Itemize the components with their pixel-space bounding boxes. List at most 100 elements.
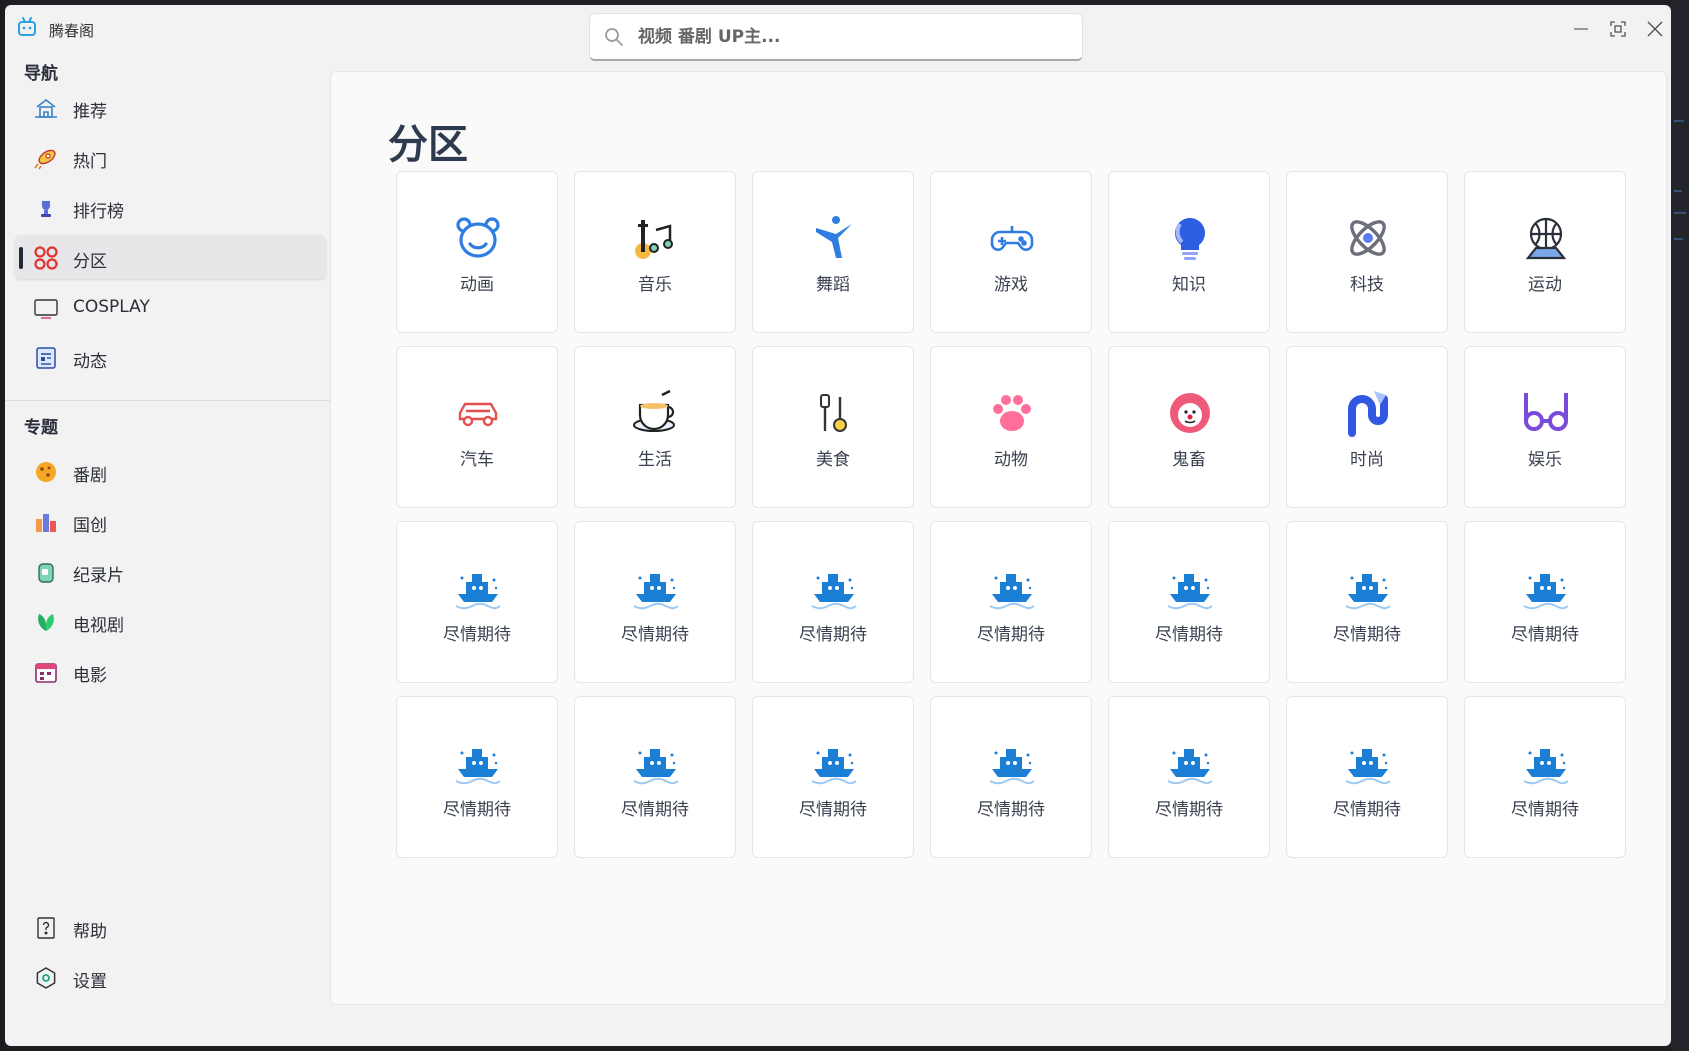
category-card[interactable]: 尽情期待 <box>1286 521 1448 683</box>
category-card[interactable]: 生活 <box>574 346 736 508</box>
ship-icon <box>810 739 858 787</box>
category-card[interactable]: 尽情期待 <box>930 521 1092 683</box>
sidebar-item-help[interactable]: 帮助 <box>15 905 326 949</box>
category-label: 动物 <box>994 450 1028 470</box>
category-card[interactable]: 尽情期待 <box>752 696 914 858</box>
coffee-icon <box>632 389 680 437</box>
app-logo-icon <box>18 17 36 36</box>
category-card[interactable]: 鬼畜 <box>1108 346 1270 508</box>
category-card[interactable]: 尽情期待 <box>1108 521 1270 683</box>
category-label: 时尚 <box>1350 450 1384 470</box>
sidebar-item-label: 纪录片 <box>73 566 124 586</box>
gamepad-icon <box>988 214 1036 262</box>
category-card[interactable]: 科技 <box>1286 171 1448 333</box>
ship-icon <box>1522 739 1570 787</box>
search-box[interactable] <box>589 13 1083 61</box>
jar-icon <box>38 563 54 583</box>
category-card[interactable]: 娱乐 <box>1464 346 1626 508</box>
sidebar-item-label: 帮助 <box>73 922 107 942</box>
sidebar-item-settings[interactable]: 设置 <box>15 955 326 999</box>
sidebar-divider <box>5 400 330 401</box>
ship-icon <box>810 564 858 612</box>
category-label: 知识 <box>1172 275 1206 295</box>
music-icon <box>632 214 680 262</box>
category-card[interactable]: 动物 <box>930 346 1092 508</box>
car-icon <box>454 389 502 437</box>
category-card[interactable]: 舞蹈 <box>752 171 914 333</box>
search-input[interactable] <box>638 26 1058 47</box>
category-card[interactable]: 尽情期待 <box>574 696 736 858</box>
category-card[interactable]: 尽情期待 <box>752 521 914 683</box>
category-label: 运动 <box>1528 275 1562 295</box>
category-card[interactable]: 尽情期待 <box>1286 696 1448 858</box>
fullscreen-button[interactable] <box>1601 15 1635 43</box>
news-icon <box>36 347 56 369</box>
category-card[interactable]: 美食 <box>752 346 914 508</box>
category-card[interactable]: 尽情期待 <box>396 696 558 858</box>
atom-icon <box>1344 214 1392 262</box>
search-icon <box>605 27 623 46</box>
main-panel: 分区 动画 音乐 舞蹈 游戏 知识 科技 运动 汽车 生活 美食 动物 鬼畜 时尚 娱乐 尽情期待 尽情期待尽… <box>330 71 1667 1005</box>
ship-icon <box>454 739 502 787</box>
background-edge-right <box>1671 0 1689 1051</box>
paw-icon <box>988 389 1036 437</box>
category-label: 尽情期待 <box>443 800 511 820</box>
sidebar-item-cosplay[interactable]: COSPLAY <box>15 285 326 329</box>
minimize-button[interactable] <box>1564 15 1598 43</box>
category-card[interactable]: 动画 <box>396 171 558 333</box>
category-label: 尽情期待 <box>799 800 867 820</box>
category-label: 尽情期待 <box>1333 800 1401 820</box>
sidebar-item-feed[interactable]: 动态 <box>15 335 326 379</box>
settings-icon <box>36 967 56 989</box>
category-card[interactable]: 运动 <box>1464 171 1626 333</box>
category-card[interactable]: 尽情期待 <box>574 521 736 683</box>
close-icon <box>1647 21 1663 37</box>
ship-icon <box>988 739 1036 787</box>
sidebar-item-ranking[interactable]: 排行榜 <box>15 185 326 229</box>
category-card[interactable]: 尽情期待 <box>930 696 1092 858</box>
sidebar-item-label: 电视剧 <box>73 616 124 636</box>
glasses-icon <box>1522 389 1570 437</box>
sidebar-item-guochuang[interactable]: 国创 <box>15 499 326 543</box>
category-card[interactable]: 尽情期待 <box>1108 696 1270 858</box>
category-label: 尽情期待 <box>621 625 689 645</box>
category-card[interactable]: 音乐 <box>574 171 736 333</box>
category-card[interactable]: 尽情期待 <box>1464 521 1626 683</box>
category-card[interactable]: 尽情期待 <box>1464 696 1626 858</box>
sidebar-item-recommend[interactable]: 推荐 <box>15 85 326 129</box>
sidebar-item-tv-series[interactable]: 电视剧 <box>15 599 326 643</box>
buildings-icon <box>36 514 56 532</box>
category-label: 尽情期待 <box>977 800 1045 820</box>
sidebar-item-label: 番剧 <box>73 466 107 486</box>
sidebar-item-hot[interactable]: 热门 <box>15 135 326 179</box>
category-label: 音乐 <box>638 275 672 295</box>
help-icon <box>37 917 55 939</box>
category-label: 尽情期待 <box>1333 625 1401 645</box>
ship-icon <box>632 739 680 787</box>
category-card[interactable]: 游戏 <box>930 171 1092 333</box>
sidebar-item-categories[interactable]: 分区 <box>15 235 326 279</box>
sidebar: 导航 推荐 热门 排行榜 分区 COSPLAY 动态 专题 番剧 国创 纪录片 … <box>5 55 330 1046</box>
sidebar-item-movie[interactable]: 电影 <box>15 649 326 693</box>
category-card[interactable]: 知识 <box>1108 171 1270 333</box>
category-card[interactable]: 汽车 <box>396 346 558 508</box>
category-card[interactable]: 尽情期待 <box>396 521 558 683</box>
topic-section-title: 专题 <box>24 418 58 438</box>
category-label: 尽情期待 <box>977 625 1045 645</box>
sidebar-item-anime-series[interactable]: 番剧 <box>15 449 326 493</box>
ship-icon <box>988 564 1036 612</box>
category-card[interactable]: 时尚 <box>1286 346 1448 508</box>
basketball-icon <box>1522 214 1570 262</box>
sidebar-item-label: 设置 <box>73 972 107 992</box>
sidebar-item-documentary[interactable]: 纪录片 <box>15 549 326 593</box>
ship-icon <box>1166 739 1214 787</box>
close-button[interactable] <box>1638 15 1671 43</box>
dancer-icon <box>810 214 858 262</box>
minimize-icon <box>1574 28 1588 30</box>
nav-section-title: 导航 <box>24 64 58 84</box>
category-label: 动画 <box>460 275 494 295</box>
app-title: 腾春阁 <box>49 22 95 40</box>
ship-icon <box>1166 564 1214 612</box>
cookie-icon <box>36 462 56 482</box>
sidebar-item-label: 排行榜 <box>73 202 124 222</box>
